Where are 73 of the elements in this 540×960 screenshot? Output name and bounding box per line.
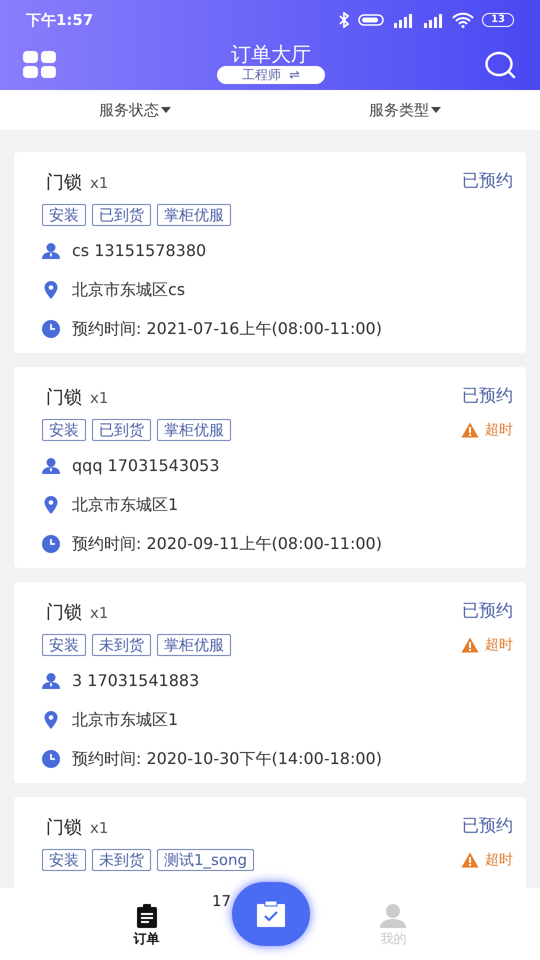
tag: 安装 [42,419,86,441]
user-icon [379,904,408,928]
filter-dropdown[interactable]: 服务状态 [99,98,171,122]
overdue-label: 超时 [485,636,513,654]
contact-text: qqq 17031543053 [72,454,220,476]
quantity: x1 [90,388,108,408]
clipboard-check-icon [257,901,285,927]
product-name: 门锁 [46,816,82,840]
tag: 未到货 [92,849,151,871]
tag: 安装 [42,849,86,871]
task-fab[interactable] [232,882,310,946]
grid-menu-icon[interactable] [23,51,57,79]
appointment-time: 预约时间: 2020-09-11上午(08:00-11:00) [72,532,382,554]
tag: 未到货 [92,634,151,656]
location-pin-icon [42,496,60,514]
contact-text: 3 17031541883 [72,670,200,692]
order-card[interactable]: 门锁 x1 已预约 安装 已到货 掌柜优服 cs 13151578380 北京市东城区cs 预约时间: 2021-07-16上午(08:00-11:00) [14,152,526,353]
address-text: 北京市东城区cs [72,278,186,300]
clock-icon [42,534,60,552]
clipboard-icon [134,904,159,928]
product-name: 门锁 [46,600,82,624]
role-switch-button[interactable]: 工程师 ⇌ [217,66,325,84]
order-card[interactable]: 门锁 x1 已预约 安装 未到货 掌柜优服 超时 3 17031541883 北京市东城区1 预约时间: 2020-10-30下午(14:00-18:00) [14,582,526,783]
product-name: 门锁 [46,386,82,410]
search-icon[interactable] [485,51,517,79]
quantity: x1 [90,602,108,624]
appointment-time: 预约时间: 2021-07-16上午(08:00-11:00) [72,318,382,340]
signal-icon [392,12,414,28]
signal-icon [422,12,444,28]
person-icon [42,672,60,688]
status-time: 下午1:57 [26,10,94,31]
warning-icon [461,422,479,438]
caret-icon [161,107,171,113]
person-icon [42,458,60,474]
bluetooth-icon [338,12,350,28]
overdue-label: 超时 [485,850,513,870]
clock-icon [42,750,60,768]
quantity: x1 [90,818,108,838]
caret-icon [431,107,441,113]
order-status: 已预约 [462,385,513,408]
location-pin-icon [42,280,60,298]
wifi-icon [452,12,474,28]
order-card[interactable]: 门锁 x1 已预约 安装 已到货 掌柜优服 超时 qqq 17031543053 北京市东城区1 预约时间: 2020-09-11上午(08:00-11:00) [14,367,526,568]
warning-icon [461,852,479,868]
count-number: 17 [212,891,232,912]
quantity: x1 [90,172,108,194]
filter-dropdown[interactable]: 服务类型 [369,98,441,122]
contact-text: cs 13151578380 [72,240,206,262]
tag: 掌柜优服 [157,204,231,226]
product-name: 门锁 [46,170,82,194]
tag: 掌柜优服 [157,419,231,441]
tag: 安装 [42,634,86,656]
address-text: 北京市东城区1 [72,494,178,516]
tag: 安装 [42,204,86,226]
tag: 已到货 [92,419,151,441]
tag: 测试1_song [157,849,254,871]
person-icon [42,242,60,258]
nav-tab[interactable]: 订单 [85,888,208,960]
pill-icon [358,13,384,27]
order-status: 已预约 [462,600,513,624]
address-text: 北京市东城区1 [72,708,178,730]
location-pin-icon [42,710,60,728]
order-card[interactable]: 门锁 x1 已预约 安装 未到货 测试1_song 超时 [14,797,526,888]
page-title: 订单大厅 [231,42,311,66]
battery-indicator: 13 [482,13,514,27]
overdue-label: 超时 [485,420,513,440]
warning-icon [461,637,479,653]
order-status: 已预约 [462,815,513,838]
order-status: 已预约 [462,170,513,194]
clock-icon [42,320,60,338]
tag: 掌柜优服 [157,634,231,656]
appointment-time: 预约时间: 2020-10-30下午(14:00-18:00) [72,748,382,770]
tag: 已到货 [92,204,151,226]
